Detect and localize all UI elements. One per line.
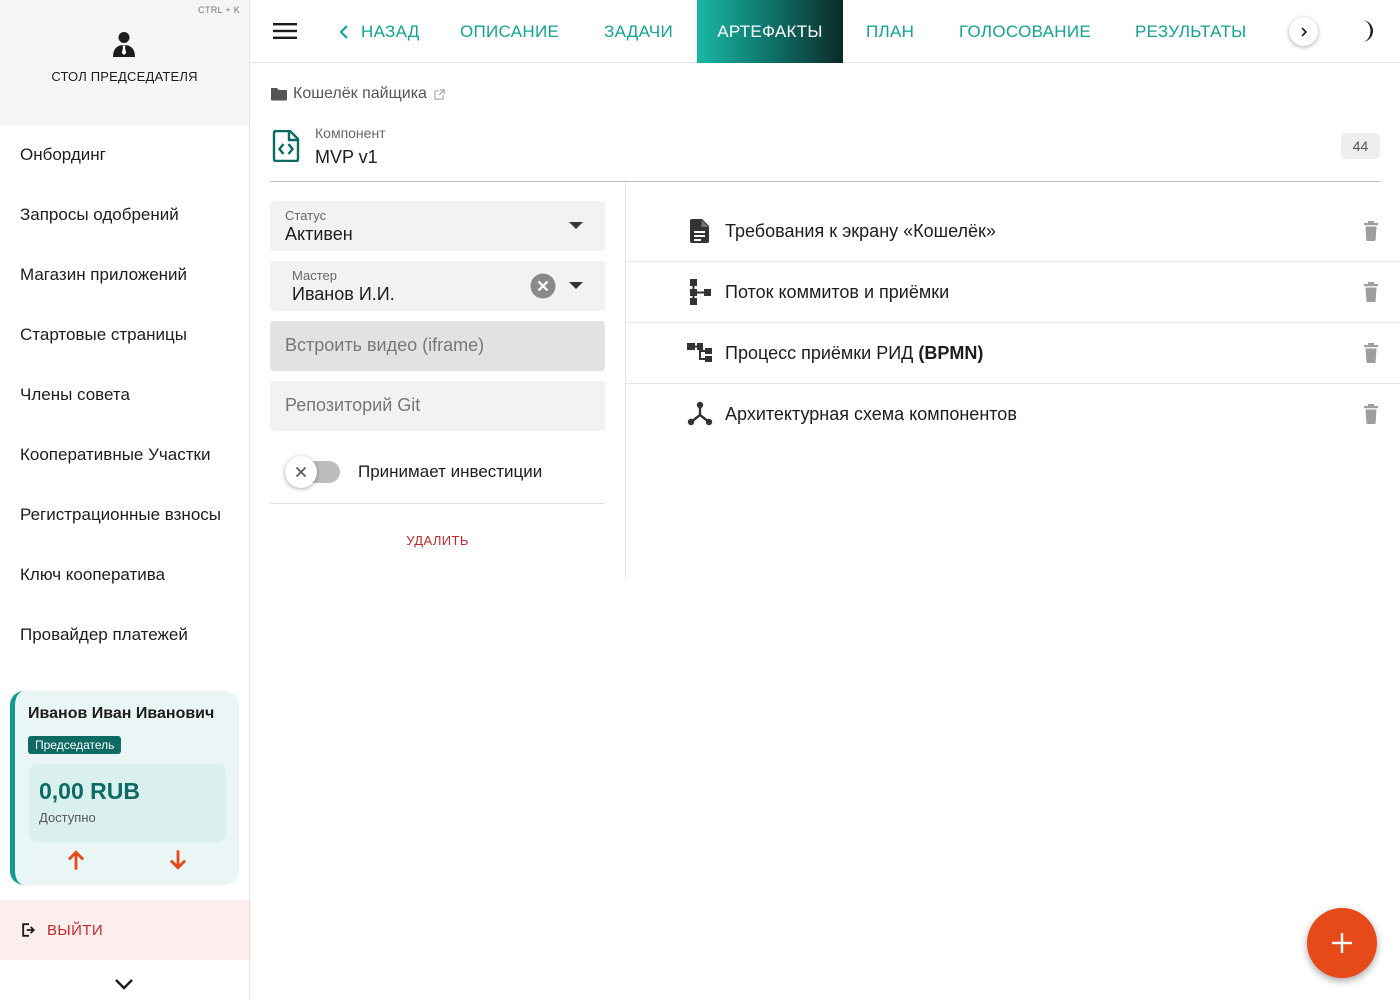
video-embed-placeholder: Встроить видео (iframe) bbox=[285, 335, 485, 355]
toggle-thumb bbox=[285, 456, 317, 488]
delete-component-button[interactable]: УДАЛИТЬ bbox=[270, 528, 605, 554]
artifact-title-text: Требования к экрану «Кошелёк» bbox=[725, 221, 996, 241]
investments-label: Принимает инвестиции bbox=[358, 462, 543, 481]
tab-results[interactable]: РЕЗУЛЬТАТЫ bbox=[1135, 0, 1247, 63]
trash-icon[interactable] bbox=[1362, 282, 1380, 302]
document-icon bbox=[690, 219, 709, 243]
tab-back-label: НАЗАД bbox=[361, 22, 420, 41]
plus-icon bbox=[1332, 933, 1352, 953]
sidebar-item-coop-plots[interactable]: Кооперативные Участки bbox=[0, 425, 249, 485]
artifact-title-bold: (BPMN) bbox=[918, 343, 984, 363]
caret-down-icon bbox=[569, 222, 583, 229]
sidebar-item-payment-provider[interactable]: Провайдер платежей bbox=[0, 605, 249, 665]
artifact-item[interactable]: Архитектурная схема компонентов bbox=[626, 384, 1400, 445]
sidebar-item-council-members[interactable]: Члены совета bbox=[0, 365, 249, 425]
component-count-badge: 44 bbox=[1341, 133, 1380, 159]
tab-tasks[interactable]: ЗАДАЧИ bbox=[604, 0, 673, 63]
hamburger-menu-icon[interactable] bbox=[272, 18, 298, 44]
hotkey-hint: CTRL + K bbox=[198, 5, 240, 15]
breadcrumb-label: Кошелёк пайщика bbox=[293, 85, 427, 102]
logout-label: ВЫЙТИ bbox=[47, 921, 104, 939]
component-caption: Компонент bbox=[315, 125, 386, 141]
trash-icon[interactable] bbox=[1362, 221, 1380, 241]
clear-circle-icon[interactable] bbox=[530, 273, 556, 299]
git-repo-input[interactable]: Репозиторий Git bbox=[270, 381, 605, 431]
status-select[interactable]: Статус Активен bbox=[270, 201, 605, 251]
trash-icon[interactable] bbox=[1362, 343, 1380, 363]
sidebar-title: СТОЛ ПРЕДСЕДАТЕЛЯ bbox=[51, 69, 198, 84]
git-repo-placeholder: Репозиторий Git bbox=[285, 395, 421, 415]
app: CTRL + K СТОЛ ПРЕДСЕДАТЕЛЯ Онбординг Зап… bbox=[0, 0, 1400, 1000]
artifact-title: Архитектурная схема компонентов bbox=[725, 404, 1017, 425]
breadcrumb[interactable]: Кошелёк пайщика bbox=[271, 85, 445, 103]
investments-toggle-row: Принимает инвестиции bbox=[270, 441, 605, 504]
user-name: Иванов Иван Иванович bbox=[28, 705, 215, 722]
master-value: Иванов И.И. bbox=[292, 284, 395, 304]
sidebar-item-onboarding[interactable]: Онбординг bbox=[0, 125, 249, 185]
folder-icon bbox=[271, 88, 287, 101]
component-form: Статус Активен Мастер Иванов И.И. Встрои… bbox=[270, 201, 605, 548]
sidebar-menu: Онбординг Запросы одобрений Магазин прил… bbox=[0, 125, 249, 665]
sidebar-header[interactable]: CTRL + K СТОЛ ПРЕДСЕДАТЕЛЯ bbox=[0, 0, 249, 125]
artifact-title-text: Процесс приёмки РИД bbox=[725, 343, 919, 363]
user-tie-icon bbox=[113, 32, 135, 57]
chevron-left-icon bbox=[339, 24, 348, 39]
dark-mode-moon-icon[interactable] bbox=[1352, 18, 1378, 44]
sidebar-item-coop-key[interactable]: Ключ кооператива bbox=[0, 545, 249, 605]
tab-voting[interactable]: ГОЛОСОВАНИЕ bbox=[959, 0, 1091, 63]
logout-button[interactable]: ВЫЙТИ bbox=[0, 900, 249, 960]
sidebar-item-start-pages[interactable]: Стартовые страницы bbox=[0, 305, 249, 365]
tab-back[interactable]: НАЗАД bbox=[337, 0, 420, 63]
schema-icon bbox=[687, 401, 713, 426]
tabs-scroll-right-button[interactable] bbox=[1289, 17, 1318, 46]
balance-box: 0,00 RUB Доступно bbox=[29, 764, 226, 842]
master-select[interactable]: Мастер Иванов И.И. bbox=[270, 261, 605, 311]
artifact-item[interactable]: Поток коммитов и приёмки bbox=[626, 262, 1400, 323]
artifact-title-text: Поток коммитов и приёмки bbox=[725, 282, 950, 302]
video-embed-input[interactable]: Встроить видео (iframe) bbox=[270, 321, 605, 371]
flow-icon bbox=[690, 279, 711, 305]
sidebar: CTRL + K СТОЛ ПРЕДСЕДАТЕЛЯ Онбординг Зап… bbox=[0, 0, 250, 1000]
code-file-icon bbox=[272, 130, 300, 162]
sidebar-item-app-store[interactable]: Магазин приложений bbox=[0, 245, 249, 305]
artifact-title: Поток коммитов и приёмки bbox=[725, 282, 949, 303]
chevron-down-icon[interactable] bbox=[111, 972, 137, 996]
close-icon bbox=[295, 466, 307, 478]
balance-caption: Доступно bbox=[39, 810, 96, 825]
master-label: Мастер bbox=[292, 268, 337, 283]
external-link-icon bbox=[434, 88, 445, 100]
role-badge: Председатель bbox=[28, 736, 122, 754]
trash-icon[interactable] bbox=[1362, 404, 1380, 424]
sidebar-item-registration-fees[interactable]: Регистрационные взносы bbox=[0, 485, 249, 545]
top-bar: НАЗАД ОПИСАНИЕ ЗАДАЧИ АРТЕФАКТЫ ПЛАН ГОЛ… bbox=[250, 0, 1400, 63]
artifact-title: Процесс приёмки РИД (BPMN) bbox=[725, 343, 983, 364]
artifacts-list: Требования к экрану «Кошелёк» Поток комм… bbox=[626, 201, 1400, 445]
add-artifact-fab[interactable] bbox=[1307, 908, 1377, 978]
withdraw-arrow-down-icon[interactable] bbox=[165, 847, 191, 873]
tab-plan[interactable]: ПЛАН bbox=[866, 0, 914, 63]
tab-description[interactable]: ОПИСАНИЕ bbox=[460, 0, 559, 63]
caret-down-icon bbox=[569, 282, 583, 289]
sidebar-item-approval-requests[interactable]: Запросы одобрений bbox=[0, 185, 249, 245]
balance-amount: 0,00 RUB bbox=[39, 778, 140, 804]
logout-icon bbox=[22, 923, 35, 937]
status-label: Статус bbox=[285, 208, 327, 223]
artifact-item[interactable]: Требования к экрану «Кошелёк» bbox=[626, 201, 1400, 262]
artifact-item[interactable]: Процесс приёмки РИД (BPMN) bbox=[626, 323, 1400, 384]
investments-toggle[interactable] bbox=[285, 456, 340, 488]
component-header: Компонент MVP v1 44 bbox=[270, 120, 1380, 182]
artifact-title-text: Архитектурная схема компонентов bbox=[725, 404, 1017, 424]
chevron-right-icon bbox=[1300, 26, 1307, 37]
status-value: Активен bbox=[285, 224, 353, 244]
deposit-arrow-up-icon[interactable] bbox=[63, 847, 89, 873]
process-tree-icon bbox=[687, 343, 712, 362]
artifact-title: Требования к экрану «Кошелёк» bbox=[725, 221, 996, 242]
tab-artifacts[interactable]: АРТЕФАКТЫ bbox=[697, 0, 843, 63]
component-name: MVP v1 bbox=[315, 147, 378, 167]
user-card: Иванов Иван Иванович Председатель 0,00 R… bbox=[10, 691, 239, 885]
